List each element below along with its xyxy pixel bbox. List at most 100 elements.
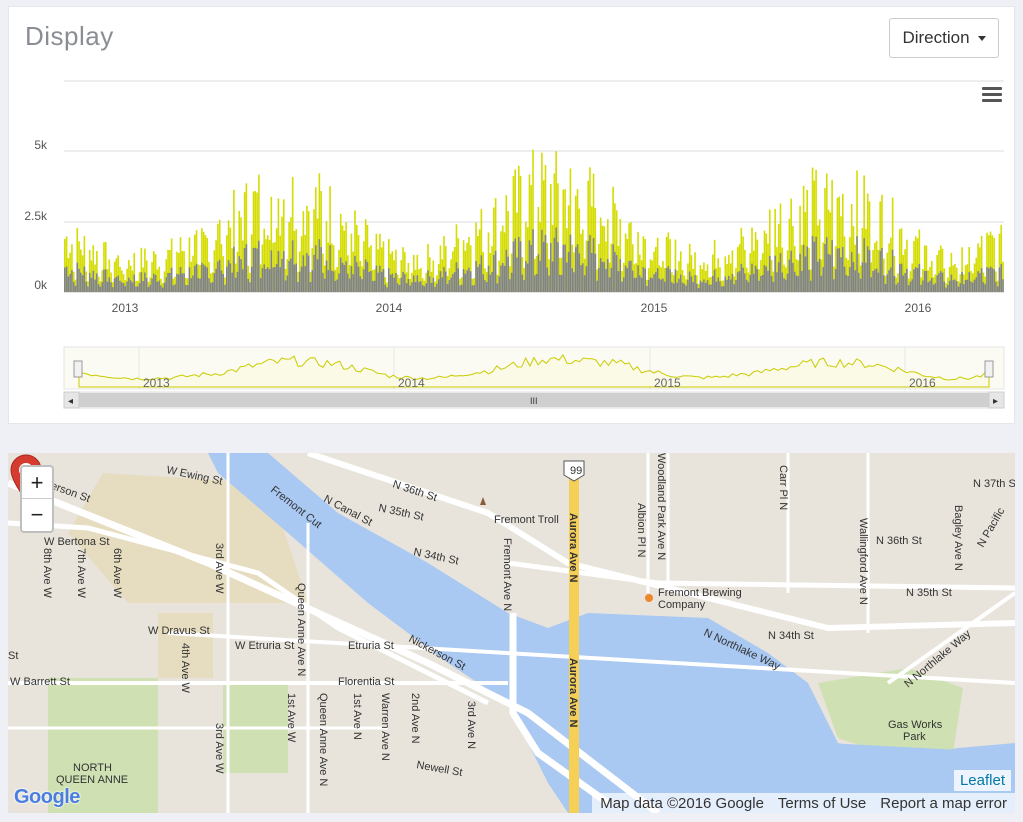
chart-bar-base	[847, 276, 849, 292]
chart-bar-base	[562, 244, 565, 292]
chart-bar-base	[587, 240, 590, 292]
chart-bar-base	[113, 278, 116, 292]
map-label: Albion Pl N	[635, 503, 647, 557]
chart-bar-base	[920, 284, 922, 292]
chart-bar-base	[697, 288, 700, 292]
chart-bar-base	[672, 283, 675, 292]
map-label: Warren Ave N	[379, 693, 391, 761]
chart-bar-base	[67, 276, 70, 292]
chart-bar-base	[153, 273, 155, 292]
chart-bar-base	[861, 262, 864, 292]
chart-bar-base	[904, 273, 906, 292]
chart-bar-base	[517, 236, 520, 292]
map[interactable]: Nickerson St W Ewing St Fremont Cut N Ca…	[8, 453, 1015, 813]
chart-bar-base	[980, 268, 983, 292]
chart-bar-base	[204, 266, 207, 292]
chart-bar-base	[900, 263, 903, 292]
chart-bar-base	[728, 275, 730, 292]
chart-bar-base	[446, 283, 449, 292]
chart-bar-base	[291, 240, 294, 292]
chart-bar-base	[206, 267, 209, 292]
chart-bar-base	[437, 279, 440, 292]
chart-bar-base	[745, 279, 748, 292]
chart-bar-base	[852, 261, 855, 292]
chart-bar-base	[263, 264, 265, 292]
chart-bar-base	[541, 229, 543, 292]
chart-bar-base	[274, 267, 276, 292]
chart-bar-base	[202, 264, 205, 292]
map-label: Company	[658, 599, 706, 611]
chart-bar-base	[610, 267, 613, 292]
chart-bar-base	[945, 287, 947, 292]
chart-bar-base	[313, 254, 315, 292]
chart-bar-base	[959, 283, 962, 292]
chart-bar-base	[272, 267, 274, 292]
chart-bar-base	[284, 280, 287, 292]
chart-bar-base	[414, 282, 417, 292]
chart-bar-base	[71, 270, 73, 292]
chart-bar-base	[576, 244, 579, 292]
chart-bar-base	[320, 247, 322, 292]
chart-bar-base	[140, 272, 143, 292]
chart-bar-base	[131, 282, 134, 292]
chart-bar-base	[386, 287, 388, 292]
chart-bar-base	[288, 260, 290, 292]
chart-bar-base	[270, 250, 273, 292]
chart-bar-base	[382, 269, 385, 292]
scrollbar[interactable]: ◂ ▸ III	[63, 391, 1005, 409]
report-map-error-link[interactable]: Report a map error	[880, 795, 1007, 812]
chart-bar-base	[322, 272, 324, 292]
chart-bar-base	[373, 280, 376, 292]
chart-bar-base	[635, 277, 638, 292]
chart-bar-base	[256, 248, 258, 292]
chart-bar-base	[177, 274, 180, 292]
terms-of-use-link[interactable]: Terms of Use	[778, 795, 866, 812]
chart-bar-base	[656, 268, 659, 292]
navigator[interactable]: 2013 2014 2015 2016	[63, 346, 1005, 390]
navigator-right-handle[interactable]	[984, 360, 994, 378]
chart-bar-base	[534, 275, 536, 292]
map-canvas[interactable]: Nickerson St W Ewing St Fremont Cut N Ca…	[8, 453, 1015, 813]
chart-bar-base	[662, 278, 664, 292]
chart-bar-base	[599, 258, 602, 292]
map-label: Queen Anne Ave N	[317, 693, 329, 786]
chart-bar-base	[792, 262, 794, 292]
chart-bar-base	[874, 269, 876, 292]
x-tick-label: 2013	[112, 301, 139, 315]
navigator-left-handle[interactable]	[73, 360, 83, 378]
chart-bar-base	[400, 277, 403, 292]
chart-bar-base	[838, 248, 841, 292]
chart-bar-base	[777, 262, 780, 292]
chart-bar-base	[913, 269, 915, 292]
chart-bar-base	[735, 279, 737, 292]
chart-bar-base	[457, 268, 460, 292]
chart-bar-base	[583, 275, 586, 292]
chart-bar-base	[309, 282, 312, 292]
chart-bar-base	[770, 275, 773, 292]
chart-bar-base	[971, 282, 974, 292]
chart-bar-base	[452, 274, 454, 292]
chart-bar-base	[640, 277, 643, 292]
map-label: 3rd Ave N	[465, 701, 477, 749]
chart-bar-base	[293, 264, 296, 292]
chart-bar-base	[833, 279, 835, 292]
chart-bar-base	[352, 274, 355, 292]
chart-bar-base	[769, 255, 771, 292]
chart-bar-base	[676, 282, 679, 292]
leaflet-link[interactable]: Leaflet	[953, 770, 1011, 791]
chart-bar-base	[332, 271, 335, 292]
zoom-out-button[interactable]: −	[22, 499, 52, 531]
chart-bar-base	[412, 275, 415, 292]
chart-bar-base	[519, 241, 522, 292]
chart-bar-base	[795, 275, 798, 292]
chart-bar-base	[679, 274, 682, 292]
chart-bar-base	[94, 279, 96, 292]
x-tick-label: 2015	[641, 301, 668, 315]
chart-bar-base	[144, 272, 146, 292]
chart-bar-base	[224, 284, 226, 292]
chart-bar-base	[763, 265, 766, 292]
chart-bar-base	[685, 285, 687, 292]
chart-bar-base	[834, 269, 837, 292]
zoom-in-button[interactable]: +	[22, 467, 52, 499]
chart-bar-base	[459, 285, 461, 292]
